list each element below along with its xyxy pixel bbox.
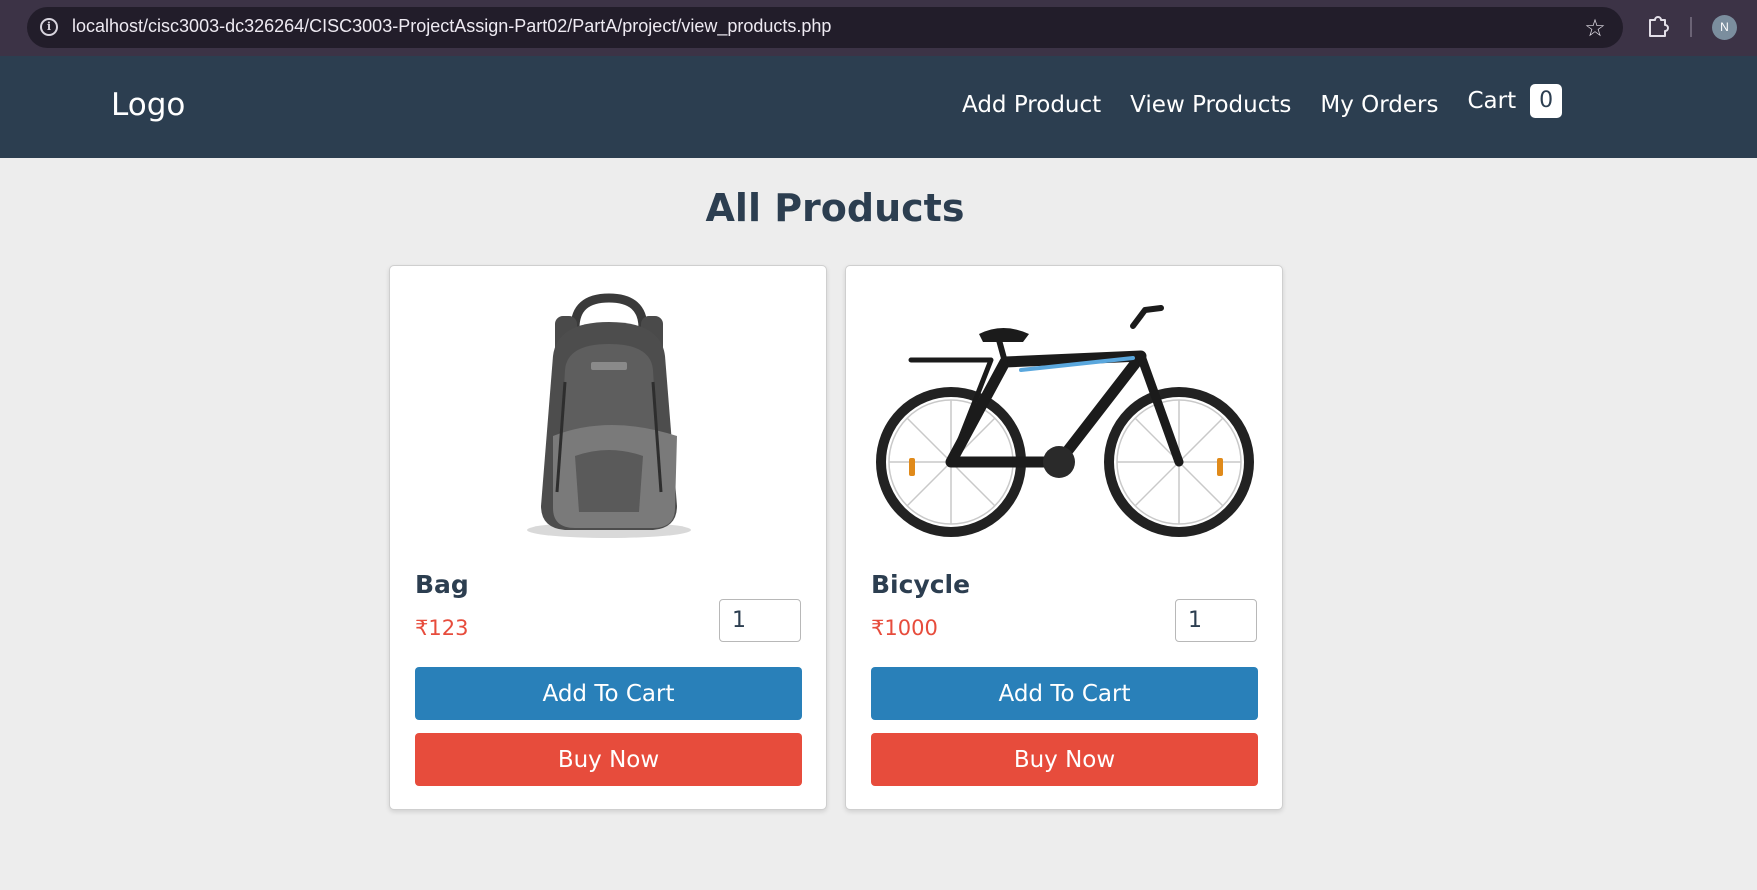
product-price: ₹123: [415, 616, 469, 640]
site-info-icon[interactable]: i: [40, 18, 58, 36]
product-name: Bicycle: [871, 570, 971, 599]
bookmark-star-icon[interactable]: ☆: [1580, 13, 1610, 43]
quantity-input[interactable]: [1175, 599, 1257, 642]
nav-links: Add Product View Products My Orders Cart…: [962, 84, 1563, 118]
cart-count-badge: 0: [1530, 84, 1563, 118]
add-to-cart-button[interactable]: Add To Cart: [415, 667, 802, 720]
page-title: All Products: [705, 186, 965, 230]
toolbar-divider: [1690, 17, 1692, 37]
product-name: Bag: [415, 570, 469, 599]
quantity-input[interactable]: [719, 599, 801, 642]
site-logo[interactable]: Logo: [111, 87, 185, 123]
bicycle-image: [876, 305, 1254, 537]
product-card: Bag ₹123 Add To Cart Buy Now: [389, 265, 827, 810]
profile-avatar[interactable]: N: [1712, 15, 1737, 40]
browser-toolbar: i localhost/cisc3003-dc326264/CISC3003-P…: [0, 0, 1757, 56]
add-to-cart-button[interactable]: Add To Cart: [871, 667, 1258, 720]
nav-cart[interactable]: Cart 0: [1468, 84, 1563, 118]
site-navbar: Logo Add Product View Products My Orders…: [0, 56, 1757, 158]
nav-view-products[interactable]: View Products: [1130, 92, 1291, 118]
url-text[interactable]: localhost/cisc3003-dc326264/CISC3003-Pro…: [72, 16, 831, 37]
nav-add-product[interactable]: Add Product: [962, 92, 1101, 118]
extensions-puzzle-icon[interactable]: [1641, 11, 1673, 43]
cart-label: Cart: [1467, 88, 1517, 114]
address-bar[interactable]: i localhost/cisc3003-dc326264/CISC3003-P…: [27, 7, 1623, 48]
buy-now-button[interactable]: Buy Now: [871, 733, 1258, 786]
product-price: ₹1000: [871, 616, 938, 640]
nav-my-orders[interactable]: My Orders: [1320, 92, 1438, 118]
product-card: Bicycle ₹1000 Add To Cart Buy Now: [845, 265, 1283, 810]
buy-now-button[interactable]: Buy Now: [415, 733, 802, 786]
backpack-image: [527, 293, 691, 538]
